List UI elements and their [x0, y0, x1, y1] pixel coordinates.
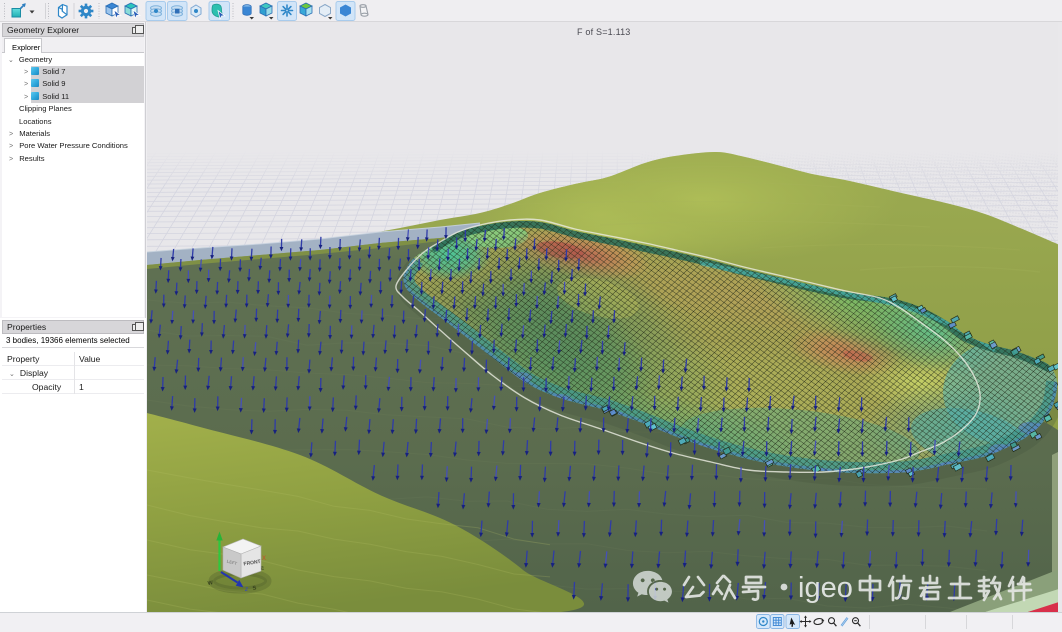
- svg-text:igeo: igeo: [798, 572, 853, 604]
- svg-text:X: X: [262, 556, 266, 562]
- svg-text:z: z: [244, 587, 248, 593]
